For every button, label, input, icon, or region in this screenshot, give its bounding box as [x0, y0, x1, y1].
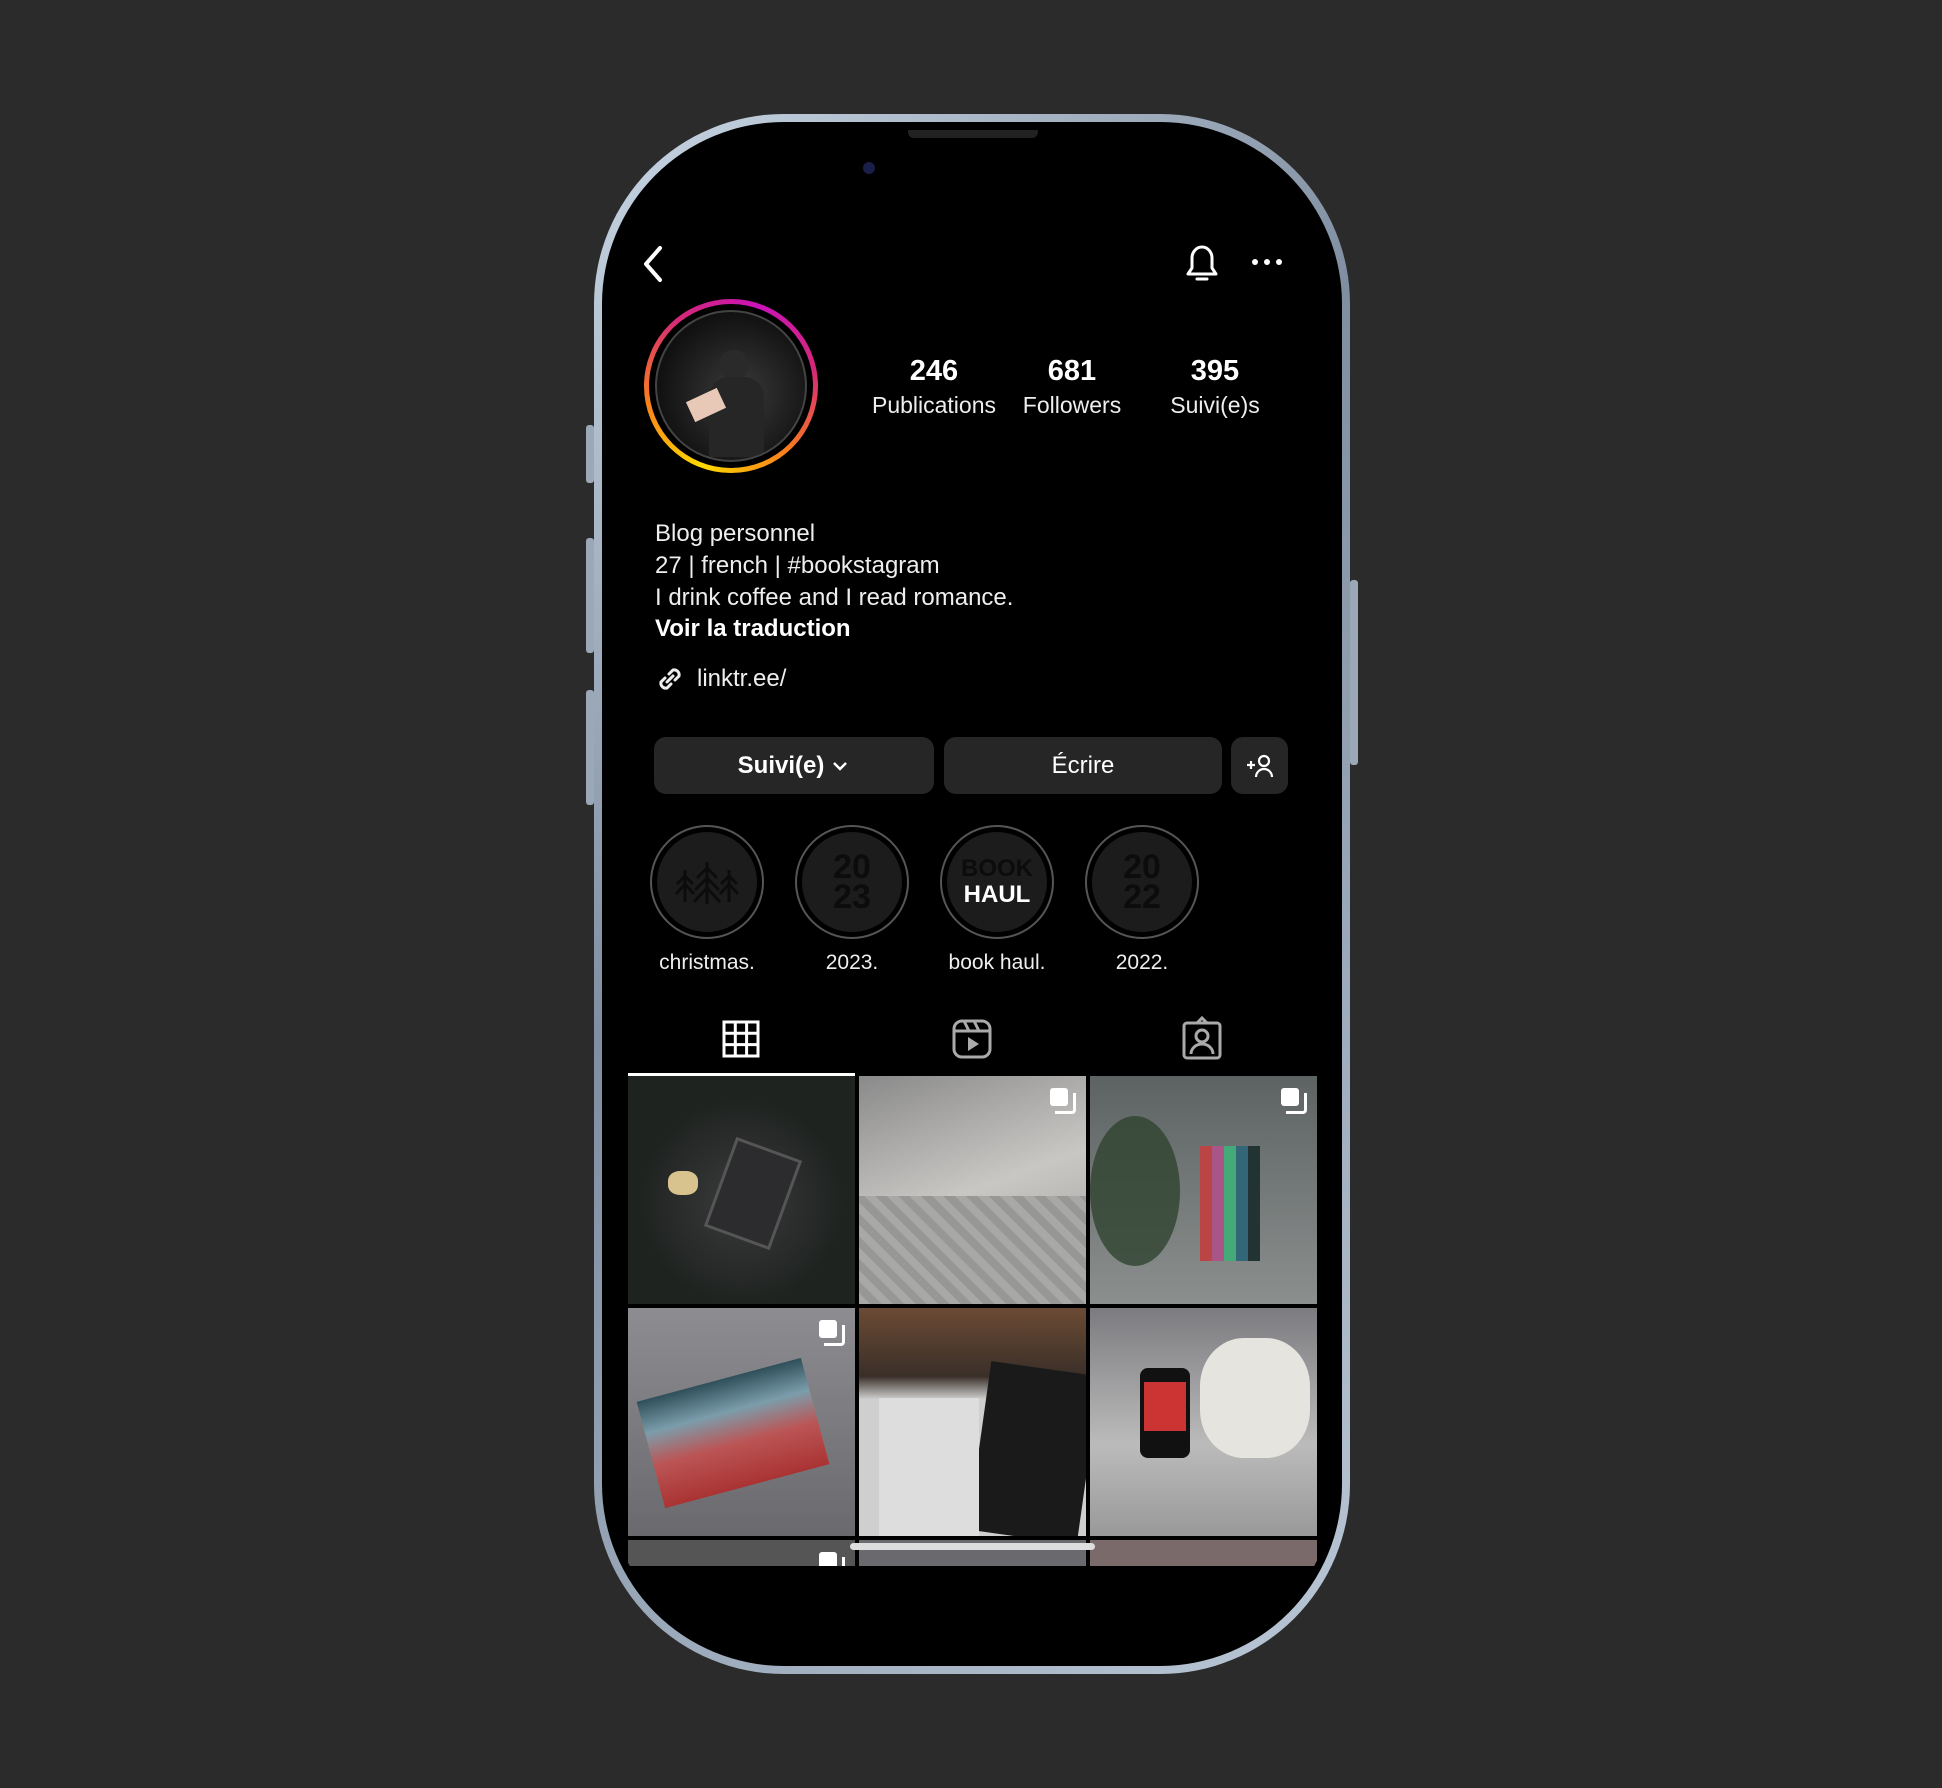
highlight-book-haul[interactable]: BOOK HAUL book haul.	[940, 825, 1054, 975]
add-person-icon	[1246, 754, 1273, 777]
post-thumbnail[interactable]	[628, 1076, 855, 1304]
volume-up-button	[586, 538, 594, 653]
reels-icon[interactable]	[952, 1018, 992, 1060]
message-button[interactable]: Écrire	[944, 737, 1222, 794]
volume-down-button	[586, 690, 594, 805]
speaker	[908, 130, 1038, 138]
post-thumbnail[interactable]	[628, 1308, 855, 1536]
carousel-icon	[819, 1552, 845, 1566]
profile-stats: 246 Publications 681 Followers 395 Suivi(e)…	[859, 355, 1290, 419]
tagged-icon[interactable]	[1182, 1016, 1222, 1060]
add-person-button[interactable]	[1231, 737, 1288, 794]
stat-following[interactable]: 395 Suivi(e)s	[1140, 355, 1290, 419]
highlight-2023[interactable]: 20 23 2023.	[795, 825, 909, 975]
post-thumbnail[interactable]	[859, 1076, 1086, 1304]
mute-switch	[586, 425, 594, 483]
grid-icon[interactable]	[722, 1020, 760, 1058]
posts-grid	[628, 1076, 1317, 1566]
post-thumbnail[interactable]	[1090, 1308, 1317, 1536]
highlight-christmas[interactable]: christmas.	[650, 825, 764, 975]
bio-category: Blog personnel	[655, 520, 816, 547]
translate-link[interactable]: Voir la traduction	[655, 615, 851, 643]
screen: 246 Publications 681 Followers 395 Suivi(e)…	[610, 130, 1334, 1658]
highlights-row: christmas. 20 23 2023. BOOK HAUL book haul. …	[650, 825, 1199, 975]
post-thumbnail[interactable]	[1090, 1076, 1317, 1304]
stat-publications[interactable]: 246 Publications	[859, 355, 1009, 419]
bio-line: I drink coffee and I read romance.	[655, 584, 1014, 611]
pine-trees-icon	[674, 862, 740, 904]
carousel-icon	[1050, 1088, 1076, 1114]
camera	[863, 162, 875, 174]
carousel-icon	[1281, 1088, 1307, 1114]
power-button	[1350, 580, 1358, 765]
post-thumbnail[interactable]	[859, 1308, 1086, 1536]
avatar	[655, 310, 807, 462]
highlight-2022[interactable]: 20 22 2022.	[1085, 825, 1199, 975]
stat-followers[interactable]: 681 Followers	[1005, 355, 1139, 419]
chevron-left-icon[interactable]	[640, 244, 670, 284]
chevron-down-icon	[833, 761, 848, 771]
story-ring[interactable]	[644, 299, 818, 473]
home-indicator[interactable]	[850, 1543, 1095, 1550]
carousel-icon	[819, 1320, 845, 1346]
following-button[interactable]: Suivi(e)	[654, 737, 934, 794]
more-dots-icon[interactable]	[1250, 254, 1284, 270]
link-icon	[659, 668, 681, 690]
bell-icon[interactable]	[1180, 240, 1224, 286]
profile-link[interactable]: linktr.ee/	[697, 665, 786, 693]
post-thumbnail[interactable]	[628, 1540, 855, 1566]
post-thumbnail[interactable]	[1090, 1540, 1317, 1566]
bio-line: 27 | french | #bookstagram	[655, 552, 940, 579]
